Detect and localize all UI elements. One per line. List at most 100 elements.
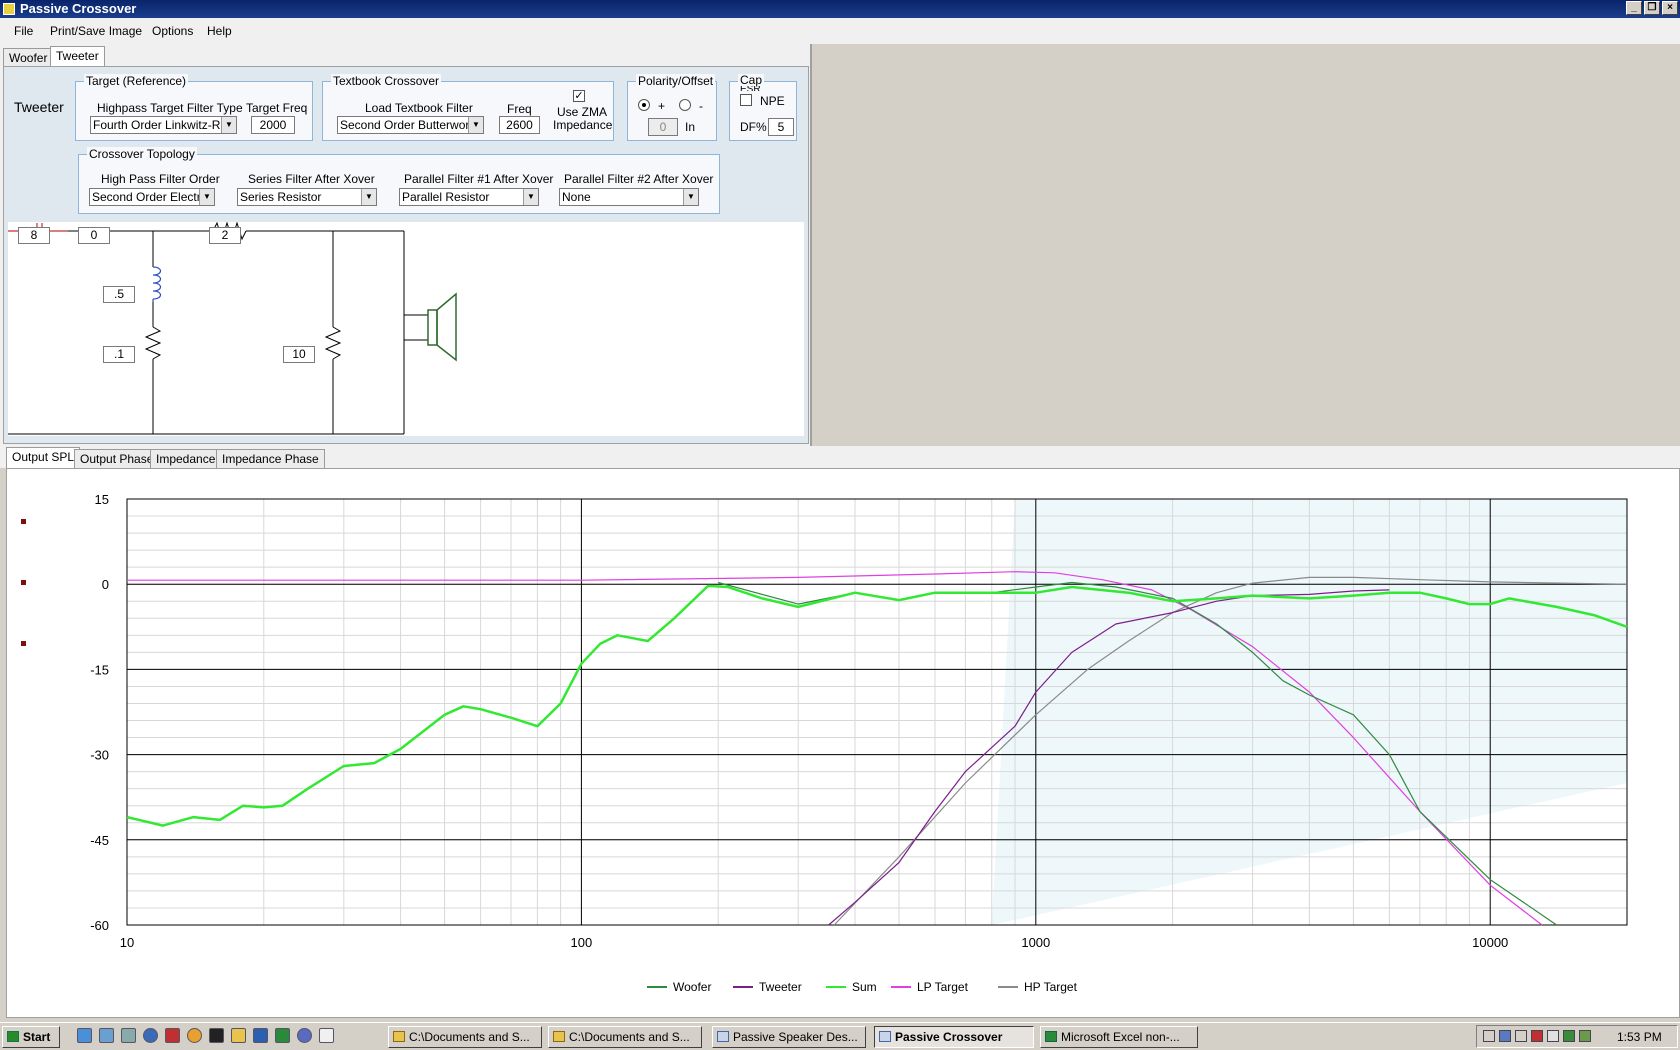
menu-file[interactable]: File xyxy=(14,24,33,38)
title-bar: Passive Crossover _ ❐ × xyxy=(0,0,1680,18)
ie-icon[interactable] xyxy=(77,1028,92,1043)
explorer-icon[interactable] xyxy=(99,1028,114,1043)
target-freq-label: Target Freq xyxy=(246,101,308,115)
help-icon[interactable] xyxy=(297,1028,312,1043)
taskbar-item-label: Passive Speaker Des... xyxy=(733,1030,858,1044)
taskbar-item-label: Microsoft Excel non-... xyxy=(1061,1030,1180,1044)
system-tray: 1:53 PM xyxy=(1476,1025,1678,1048)
start-button[interactable]: Start xyxy=(2,1026,60,1048)
taskbar-item-passive-speaker[interactable]: Passive Speaker Des... xyxy=(712,1026,866,1048)
cap-esr-label: ESR xyxy=(740,86,761,91)
use-zma-checkbox[interactable]: ✓ xyxy=(573,90,585,102)
folder-icon xyxy=(553,1031,565,1042)
tray-icon[interactable] xyxy=(1483,1030,1495,1042)
x-tick-label: 10 xyxy=(120,935,134,950)
side-marker xyxy=(21,580,26,585)
topology-group-label: Crossover Topology xyxy=(87,147,197,161)
parallel-filter-1-select[interactable]: Parallel Resistor ▼ xyxy=(399,188,539,206)
target-filter-type-select[interactable]: Fourth Order Linkwitz-Riley ▼ xyxy=(90,116,237,134)
polarity-plus-radio[interactable] xyxy=(638,99,650,111)
textbook-freq-label: Freq xyxy=(507,102,532,116)
tab-impedance[interactable]: Impedance xyxy=(150,449,222,469)
tray-network-icon[interactable] xyxy=(1499,1030,1511,1042)
inductor-value-input[interactable]: .5 xyxy=(103,286,135,303)
target-freq-input[interactable]: 2000 xyxy=(251,116,295,134)
tab-woofer[interactable]: Woofer xyxy=(3,48,54,68)
network-icon[interactable] xyxy=(121,1028,136,1043)
parallel-filter-2-value: None xyxy=(562,190,591,204)
inductor-resistance-input[interactable]: .1 xyxy=(103,346,135,363)
restore-button[interactable]: ❐ xyxy=(1644,1,1660,15)
minimize-button[interactable]: _ xyxy=(1626,1,1642,15)
df-label: DF% xyxy=(740,120,767,134)
textbook-freq-input[interactable]: 2600 xyxy=(499,116,540,134)
hp-order-label: High Pass Filter Order xyxy=(101,172,220,186)
tray-sync-icon[interactable] xyxy=(1563,1030,1575,1042)
menu-help[interactable]: Help xyxy=(207,24,232,38)
polarity-group: Polarity/Offset + - 0 In xyxy=(627,74,717,141)
series-filter-select[interactable]: Series Resistor ▼ xyxy=(237,188,377,206)
legend-entry: Woofer xyxy=(673,980,711,994)
inductor-symbol xyxy=(152,266,162,302)
menu-print-save-image[interactable]: Print/Save Image xyxy=(50,24,142,38)
y-tick-label: -15 xyxy=(90,662,109,677)
tab-tweeter[interactable]: Tweeter xyxy=(50,46,105,68)
polarity-minus-radio[interactable] xyxy=(679,99,691,111)
parallel-filter-2-select[interactable]: None ▼ xyxy=(559,188,699,206)
npe-label: NPE xyxy=(760,94,785,108)
tab-output-phase[interactable]: Output Phase xyxy=(74,449,160,469)
chrome-icon[interactable] xyxy=(187,1028,202,1043)
textbook-filter-select[interactable]: Second Order Butterworth ▼ xyxy=(337,116,484,134)
command-prompt-icon[interactable] xyxy=(209,1028,224,1043)
hp-order-value: Second Order Electric xyxy=(92,190,210,204)
crossover-schematic: 8 0 2 .5 .1 10 xyxy=(8,222,804,436)
taskbar-item-folder-1[interactable]: C:\Documents and S... xyxy=(388,1026,542,1048)
side-marker xyxy=(21,641,26,646)
schematic-wires xyxy=(8,222,428,435)
taskbar-item-folder-2[interactable]: C:\Documents and S... xyxy=(548,1026,702,1048)
taskbar-item-passive-crossover[interactable]: Passive Crossover xyxy=(874,1026,1034,1048)
legend-entry: LP Target xyxy=(917,980,969,994)
tray-tool-icon[interactable] xyxy=(1515,1030,1527,1042)
taskbar: Start C:\Documents and S... C:\Documents… xyxy=(0,1022,1680,1050)
speaker-symbol xyxy=(427,292,457,362)
media-player-icon[interactable] xyxy=(143,1028,158,1043)
textbook-group: Textbook Crossover Load Textbook Filter … xyxy=(322,74,614,141)
parallel-filter-2-label: Parallel Filter #2 After Xover xyxy=(564,172,714,186)
menu-options[interactable]: Options xyxy=(152,24,193,38)
y-tick-label: -30 xyxy=(90,748,109,763)
excel-icon[interactable] xyxy=(275,1028,290,1043)
hp-order-select[interactable]: Second Order Electric ▼ xyxy=(89,188,215,206)
x-tick-label: 1000 xyxy=(1021,935,1050,950)
use-zma-label: Use ZMA xyxy=(557,105,608,119)
tray-app-icon[interactable] xyxy=(1531,1030,1543,1042)
npe-checkbox[interactable] xyxy=(740,94,752,106)
series-resistor-value-input[interactable]: 2 xyxy=(209,227,241,244)
tab-output-spl[interactable]: Output SPL xyxy=(6,447,81,468)
clock: 1:53 PM xyxy=(1617,1030,1662,1044)
series-filter-label: Series Filter After Xover xyxy=(248,172,375,186)
tab-impedance-phase[interactable]: Impedance Phase xyxy=(216,449,325,469)
parallel-resistor-value-input[interactable]: 10 xyxy=(283,346,315,363)
chevron-down-icon: ▼ xyxy=(523,189,538,205)
close-button[interactable]: × xyxy=(1662,1,1678,15)
taskbar-item-label: Passive Crossover xyxy=(895,1030,1003,1044)
app-window-icon xyxy=(717,1031,729,1042)
taskbar-item-label: C:\Documents and S... xyxy=(409,1030,530,1044)
offset-input[interactable]: 0 xyxy=(648,118,678,136)
capacitor-value-input[interactable]: 8 xyxy=(18,227,50,244)
folder-icon[interactable] xyxy=(231,1028,246,1043)
cap-group-label: Cap xyxy=(738,74,765,86)
legend-entry: Tweeter xyxy=(759,980,802,994)
notepad-icon[interactable] xyxy=(319,1028,334,1043)
target-group-label: Target (Reference) xyxy=(84,74,189,88)
capacitor-2-value-input[interactable]: 0 xyxy=(78,227,110,244)
target-filter-type-label: Highpass Target Filter Type xyxy=(97,101,243,115)
chevron-down-icon: ▼ xyxy=(683,189,698,205)
word-icon[interactable] xyxy=(253,1028,268,1043)
app-shortcut-icon[interactable] xyxy=(165,1028,180,1043)
tray-security-icon[interactable] xyxy=(1579,1030,1591,1042)
volume-icon[interactable] xyxy=(1547,1030,1559,1042)
taskbar-item-excel[interactable]: Microsoft Excel non-... xyxy=(1040,1026,1198,1048)
df-input[interactable]: 5 xyxy=(768,118,794,136)
